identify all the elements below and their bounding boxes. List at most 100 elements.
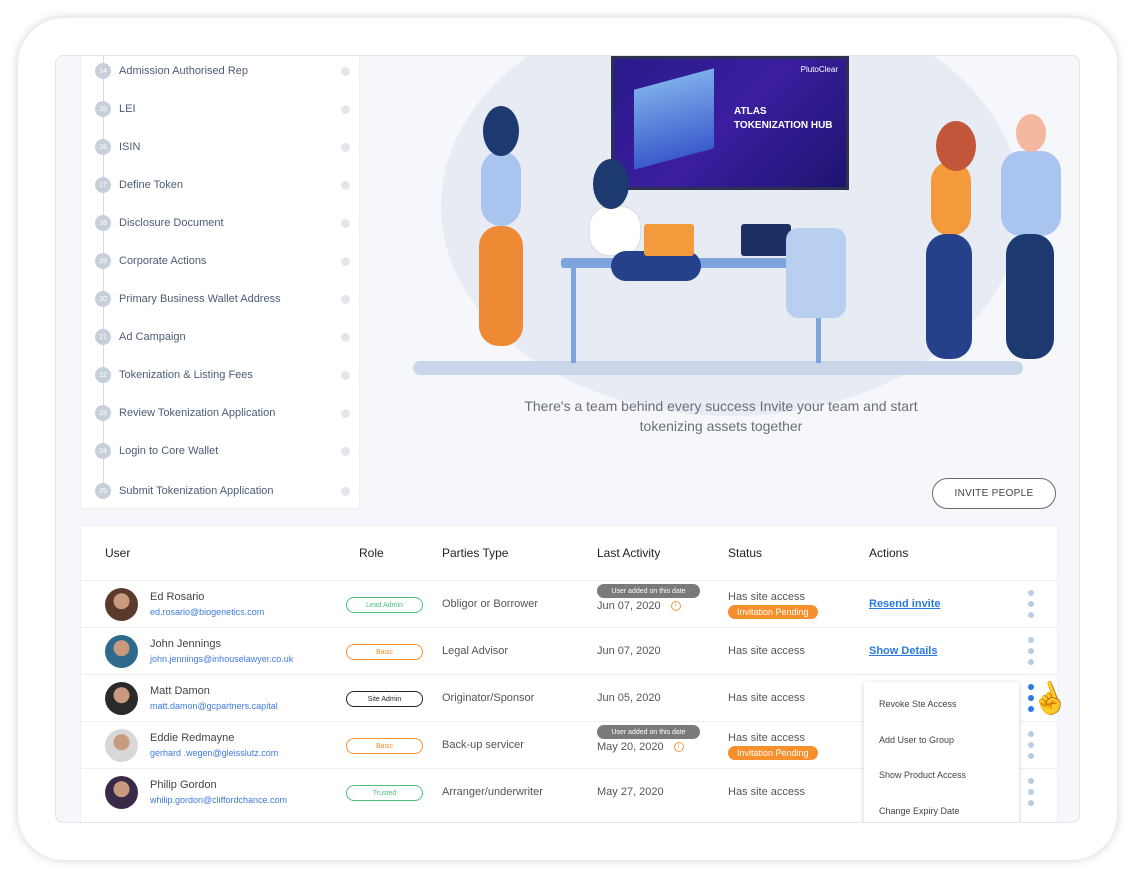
row-context-menu: Revoke Ste Access Add User to Group Show… <box>864 682 1019 822</box>
person-3-hair <box>936 121 976 171</box>
step-status-dot <box>341 370 350 380</box>
more-options-icon[interactable] <box>1028 590 1034 618</box>
user-email[interactable]: matt.damon@gcpartners.capital <box>150 701 278 711</box>
step-label: Tokenization & Listing Fees <box>119 369 253 381</box>
step-status-dot <box>341 256 350 266</box>
last-activity: Jun 07, 2020 i <box>597 600 681 612</box>
steps-connector <box>103 56 104 495</box>
step-number: 23 <box>95 405 111 421</box>
sidebar-step[interactable]: 22 Tokenization & Listing Fees <box>95 365 350 385</box>
sidebar-step[interactable]: 15 LEI <box>95 99 350 119</box>
date-tooltip: User added on this date <box>597 584 700 598</box>
date-tooltip: User added on this date <box>597 725 700 739</box>
user-email[interactable]: john.jennings@inhouselawyer.co.uk <box>150 654 293 664</box>
parties-type: Arranger/underwriter <box>442 786 543 798</box>
avatar <box>105 588 138 621</box>
header-user[interactable]: User <box>105 546 130 560</box>
sidebar-step[interactable]: 16 ISIN <box>95 137 350 157</box>
sidebar-step[interactable]: 24 Login to Core Wallet <box>95 441 350 461</box>
step-number: 17 <box>95 177 111 193</box>
screen-title-1: ATLAS <box>734 106 767 117</box>
more-options-icon[interactable] <box>1028 778 1034 806</box>
more-options-icon[interactable] <box>1028 637 1034 665</box>
header-last-activity[interactable]: Last Activity <box>597 546 660 560</box>
caption-line-2: tokenizing assets together <box>639 418 803 434</box>
avatar <box>105 635 138 668</box>
step-number: 22 <box>95 367 111 383</box>
person-4-legs <box>1006 234 1054 359</box>
step-status-dot <box>341 408 350 418</box>
sidebar-step[interactable]: 18 Disclosure Document <box>95 213 350 233</box>
step-status-dot <box>341 294 350 304</box>
user-name: Philip Gordon <box>150 779 217 791</box>
step-status-dot <box>341 218 350 228</box>
step-label: Define Token <box>119 179 184 191</box>
step-label: Review Tokenization Application <box>119 407 276 419</box>
sidebar-step[interactable]: 20 Primary Business Wallet Address <box>95 289 350 309</box>
step-number: 16 <box>95 139 111 155</box>
menu-item-change-expiry[interactable]: Change Expiry Date <box>879 806 960 816</box>
menu-item-show-product-access[interactable]: Show Product Access <box>879 770 966 780</box>
header-role[interactable]: Role <box>359 546 384 560</box>
person-1-hair <box>483 106 519 156</box>
step-status-dot <box>341 486 350 496</box>
person-1-legs <box>479 226 523 346</box>
info-icon[interactable]: i <box>670 601 681 612</box>
status-text: Has site access <box>728 732 806 744</box>
screen-title-2: TOKENIZATION HUB <box>734 120 833 131</box>
parties-type: Legal Advisor <box>442 645 509 657</box>
menu-item-add-to-group[interactable]: Add User to Group <box>879 735 954 745</box>
person-2 <box>589 206 641 256</box>
sidebar-step[interactable]: 17 Define Token <box>95 175 350 195</box>
step-number: 14 <box>95 63 111 79</box>
laptop-dark <box>741 224 791 256</box>
role-badge: Trusted <box>346 785 423 801</box>
app-screen: 14 Admission Authorised Rep 15 LEI 16 IS… <box>55 55 1080 823</box>
row-action-link[interactable]: Resend invite <box>869 598 941 610</box>
step-number: 21 <box>95 329 111 345</box>
sidebar-step[interactable]: 14 Admission Authorised Rep <box>95 61 350 81</box>
step-status-dot <box>341 332 350 342</box>
servers-graphic <box>634 68 714 170</box>
parties-type: Back-up servicer <box>442 739 524 751</box>
user-email[interactable]: ed.rosario@biogenetics.com <box>150 607 264 617</box>
menu-item-revoke-access[interactable]: Revoke Ste Access <box>879 699 957 709</box>
screen-title: ATLAS TOKENIZATION HUB <box>734 105 833 133</box>
status-text: Has site access <box>728 786 806 798</box>
sidebar-step[interactable]: 23 Review Tokenization Application <box>95 403 350 423</box>
user-name: John Jennings <box>150 638 221 650</box>
floor <box>413 361 1023 375</box>
invite-people-button[interactable]: INVITE PEOPLE <box>932 478 1056 509</box>
table-row: John Jennings john.jennings@inhouselawye… <box>81 627 1057 674</box>
step-status-dot <box>341 142 350 152</box>
step-label: Login to Core Wallet <box>119 445 219 457</box>
user-name: Matt Damon <box>150 685 210 697</box>
step-status-dot <box>341 104 350 114</box>
user-email[interactable]: gerhard .wegen@gleisslutz.com <box>150 748 278 758</box>
header-actions: Actions <box>869 546 909 560</box>
sidebar-step[interactable]: 25 Submit Tokenization Application <box>95 481 350 501</box>
invitation-pending-badge: Invitation Pending <box>728 746 818 760</box>
person-1 <box>481 151 521 226</box>
last-activity-date: Jun 05, 2020 <box>597 692 661 704</box>
status-text: Has site access <box>728 692 806 704</box>
info-icon[interactable]: i <box>673 742 684 753</box>
header-parties-type[interactable]: Parties Type <box>442 546 508 560</box>
sidebar-step[interactable]: 19 Corporate Actions <box>95 251 350 271</box>
step-number: 20 <box>95 291 111 307</box>
row-action-link[interactable]: Show Details <box>869 645 937 657</box>
user-email[interactable]: whilip.gordon@cliffordchance.com <box>150 795 287 805</box>
role-badge: Basic <box>346 738 423 754</box>
avatar <box>105 729 138 762</box>
step-number: 19 <box>95 253 111 269</box>
avatar <box>105 682 138 715</box>
step-number: 15 <box>95 101 111 117</box>
person-3 <box>931 161 971 236</box>
invite-caption: There's a team behind every success Invi… <box>361 396 1079 436</box>
step-label: Submit Tokenization Application <box>119 485 274 497</box>
header-status[interactable]: Status <box>728 546 762 560</box>
sidebar-step[interactable]: 21 Ad Campaign <box>95 327 350 347</box>
chair <box>786 228 846 318</box>
caption-line-1: There's a team behind every success Invi… <box>524 398 918 414</box>
more-options-icon[interactable] <box>1028 731 1034 759</box>
